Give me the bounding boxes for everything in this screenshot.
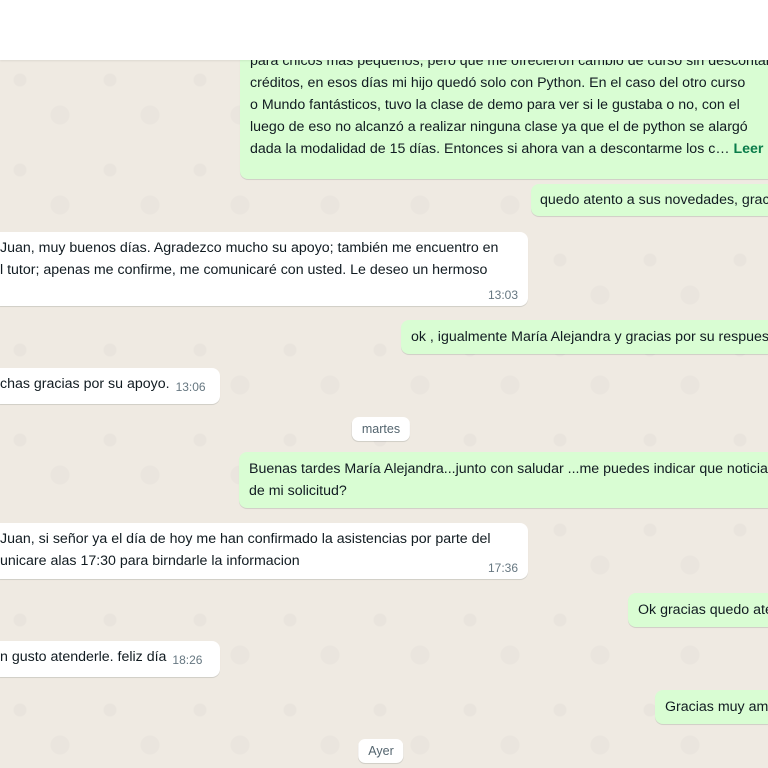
message-line: Juan, muy buenos días. Agradezco mucho s… <box>0 240 499 256</box>
message-text: quedo atento a sus novedades, gracias <box>540 192 768 208</box>
message-time: 17:36 <box>487 561 518 575</box>
read-more-link[interactable]: Leer más <box>733 141 768 157</box>
outgoing-message[interactable]: ok , igualmente María Alejandra y gracia… <box>401 320 768 354</box>
message-time: 13:06 <box>175 380 206 394</box>
outgoing-message[interactable]: Ok gracias quedo atento <box>628 593 768 627</box>
message-line: l tutor; apenas me confirme, me comunica… <box>0 262 488 278</box>
incoming-message[interactable]: Juan, si señor ya el día de hoy me han c… <box>0 523 528 579</box>
message-text: ok , igualmente María Alejandra y gracia… <box>411 329 768 345</box>
outgoing-message[interactable]: para chicos más pequeños, pero que me of… <box>240 60 768 179</box>
message-time: 13:03 <box>487 288 518 302</box>
outgoing-message[interactable]: Buenas tardes María Alejandra...junto co… <box>239 452 768 508</box>
chat-header <box>0 0 768 60</box>
outgoing-message[interactable]: quedo atento a sus novedades, gracias <box>531 184 768 216</box>
message-line: unicare alas 17:30 para birndarle la inf… <box>0 553 300 569</box>
message-line: créditos, en esos días mi hijo quedó sol… <box>250 75 746 91</box>
message-line: para chicos más pequeños, pero que me of… <box>250 60 768 69</box>
incoming-message[interactable]: Juan, muy buenos días. Agradezco mucho s… <box>0 232 528 306</box>
message-text: Gracias muy amable <box>665 699 768 715</box>
incoming-message[interactable]: n gusto atenderle. feliz día 18:26 <box>0 641 220 677</box>
incoming-message[interactable]: chas gracias por su apoyo. 13:06 <box>0 368 220 404</box>
message-line: de mi solicitud? <box>249 483 347 499</box>
message-text: Ok gracias quedo atento <box>638 602 768 618</box>
message-text: n gusto atenderle. feliz día <box>0 649 167 665</box>
message-line: dada la modalidad de 15 días. Entonces s… <box>250 141 730 157</box>
outgoing-message[interactable]: Gracias muy amable <box>655 690 768 724</box>
date-separator: martes <box>351 417 411 441</box>
message-line: luego de eso no alcanzó a realizar ningu… <box>250 119 748 135</box>
message-line: Juan, si señor ya el día de hoy me han c… <box>0 531 491 547</box>
message-line: o Mundo fantásticos, tuvo la clase de de… <box>250 97 740 113</box>
conversation-panel[interactable]: para chicos más pequeños, pero que me of… <box>0 60 768 768</box>
message-text: chas gracias por su apoyo. <box>0 376 170 392</box>
date-separator: Ayer <box>358 739 404 763</box>
message-time: 18:26 <box>172 653 203 667</box>
message-line: Buenas tardes María Alejandra...junto co… <box>249 461 768 477</box>
